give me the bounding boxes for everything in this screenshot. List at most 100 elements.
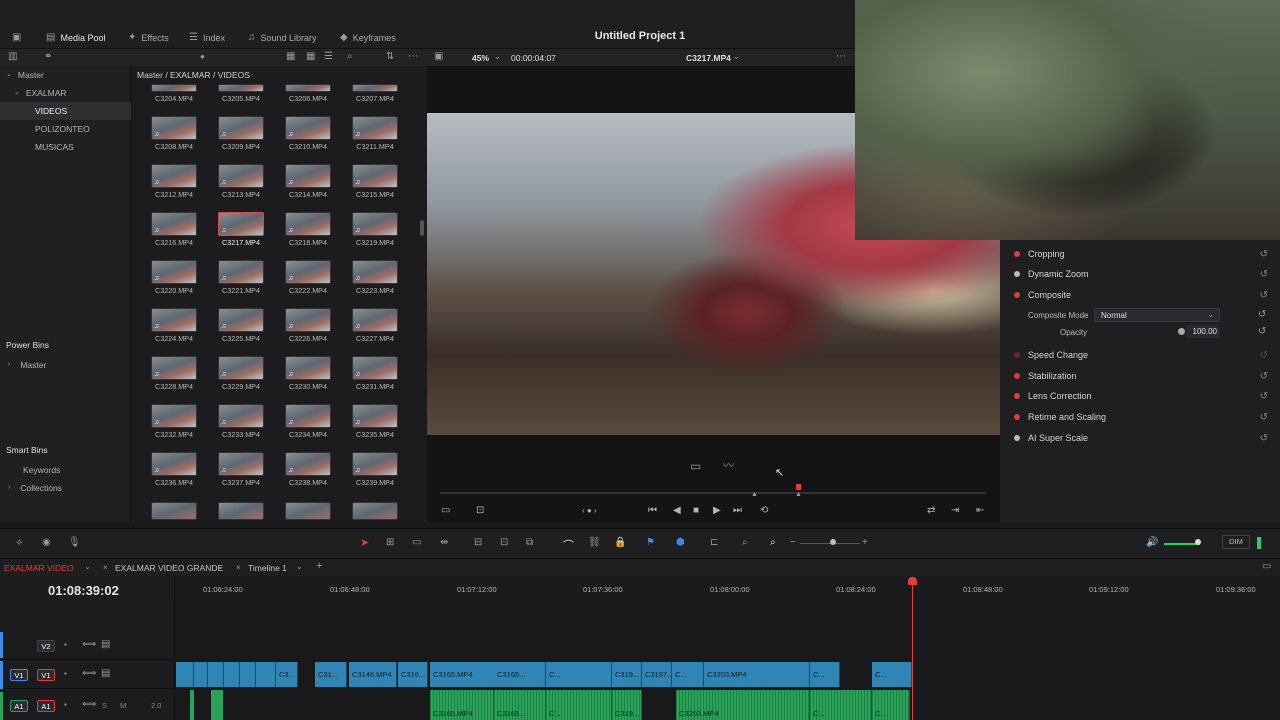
toggle-dot-icon[interactable] <box>1014 414 1020 420</box>
zoom-in-icon[interactable]: + <box>862 538 868 548</box>
media-clip[interactable]: ♫ C3238.MP4 <box>284 452 332 492</box>
source-a1-label[interactable]: A1 <box>10 700 28 712</box>
toggle-dot-icon[interactable] <box>1014 292 1020 298</box>
audio-clip-fragment[interactable] <box>190 690 194 720</box>
media-clip[interactable]: ♫ C3208.MP4 <box>150 116 198 156</box>
tab-keyframes[interactable]: ◆ Keyframes <box>340 28 396 48</box>
media-clip[interactable]: ♫ C3224.MP4 <box>150 308 198 348</box>
composite-mode-select[interactable]: Normal ⌄ <box>1094 308 1220 322</box>
viewer-zoom[interactable]: 45% <box>472 53 489 63</box>
clip-thumbnail[interactable]: ♫ <box>151 116 197 140</box>
grid-view-icon[interactable]: ▦ <box>306 52 315 62</box>
flag-icon[interactable]: ⚑ <box>646 537 655 548</box>
audio-clip[interactable]: C3203.MP4 <box>676 690 810 720</box>
clip-thumbnail[interactable]: ♫ <box>218 356 264 380</box>
media-clip[interactable]: ♫ C3220.MP4 <box>150 260 198 300</box>
clip-thumbnail[interactable] <box>218 84 264 92</box>
add-timeline-icon[interactable]: + <box>316 561 322 572</box>
video-clip[interactable]: C3165.MP4 <box>430 662 496 687</box>
media-clip[interactable]: ♫ C3239.MP4 <box>351 452 399 492</box>
toggle-dot-icon[interactable] <box>1014 271 1020 277</box>
thumbnail-size-slider[interactable]: ● <box>200 52 205 62</box>
microphone-icon[interactable]: 🎙 <box>68 538 81 548</box>
media-scrollbar[interactable] <box>420 220 424 236</box>
more-options-icon[interactable]: ⋯ <box>408 52 418 62</box>
clip-thumbnail[interactable]: ♫ <box>218 260 264 284</box>
media-clip[interactable]: ♫ C3233.MP4 <box>217 404 265 444</box>
clip-thumbnail[interactable]: ♫ <box>352 308 398 332</box>
clip-thumbnail[interactable]: ♫ <box>218 308 264 332</box>
metadata-view-icon[interactable]: ▦ <box>286 52 295 62</box>
inspector-lens-correction[interactable]: Lens Correction ↺ <box>1008 387 1270 405</box>
media-clip[interactable]: ♫ C3235.MP4 <box>351 404 399 444</box>
volume-knob[interactable] <box>1195 539 1201 545</box>
viewer-layout-icon[interactable]: ▣ <box>434 52 443 62</box>
search-icon[interactable]: ⌕ <box>347 52 353 62</box>
clip-thumbnail[interactable]: ♫ <box>151 164 197 188</box>
chevron-down-icon[interactable]: ⌄ <box>217 562 224 572</box>
selection-tool-icon[interactable]: ➤ <box>360 536 369 549</box>
more-options-icon[interactable]: ⋯ <box>836 52 846 62</box>
tab-timeline-exalmar-video-grande[interactable]: EXALMAR VIDEO GRANDE <box>115 563 223 573</box>
reset-icon[interactable]: ↺ <box>1260 412 1268 423</box>
smart-bin-collections[interactable]: › Collections <box>0 479 131 497</box>
clip-thumbnail[interactable] <box>285 84 331 92</box>
clip-thumbnail[interactable]: ♫ <box>285 356 331 380</box>
viewer-options-icon[interactable]: ▭ <box>441 505 450 516</box>
video-clip[interactable]: C... <box>546 662 612 687</box>
lock-icon[interactable]: ▪ <box>64 640 67 650</box>
timeline-options-icon[interactable]: ▭ <box>1262 562 1271 572</box>
zoom-slider-knob[interactable] <box>830 539 836 545</box>
clip-thumbnail[interactable]: ♫ <box>352 356 398 380</box>
clip-thumbnail[interactable]: ♫ <box>151 260 197 284</box>
out-point-marker[interactable]: ▲ <box>795 490 802 500</box>
audio-clip[interactable]: C319... <box>612 690 642 720</box>
clip-thumbnail[interactable] <box>151 84 197 92</box>
tab-index[interactable]: ☰ Index <box>189 28 225 48</box>
media-clip[interactable]: ♫ C3221.MP4 <box>217 260 265 300</box>
video-clip[interactable]: C3165... <box>494 662 546 687</box>
media-clip[interactable]: ♫ C3225.MP4 <box>217 308 265 348</box>
match-frame-icon[interactable]: ⇄ <box>927 505 935 516</box>
link-icon[interactable]: ⚭ <box>44 52 52 62</box>
media-clip[interactable]: ♫ C3210.MP4 <box>284 116 332 156</box>
viewer-scrubber[interactable] <box>440 492 986 494</box>
audio-clip[interactable]: C... <box>872 690 910 720</box>
clip-thumbnail[interactable]: ♫ <box>285 404 331 428</box>
skip-to-start-icon[interactable]: ⏮ <box>648 505 657 516</box>
trim-tool-icon[interactable]: ⊞ <box>386 538 394 548</box>
toggle-dot-icon[interactable] <box>1014 251 1020 257</box>
clip-thumbnail[interactable]: ♫ <box>151 452 197 476</box>
chevron-down-icon[interactable]: ⌄ <box>733 52 740 62</box>
clip-thumbnail[interactable] <box>151 502 197 520</box>
media-clip[interactable]: ♫ C3213.MP4 <box>217 164 265 204</box>
skip-to-end-icon[interactable]: ⏭ <box>733 505 742 516</box>
video-clip[interactable]: C3203.MP4 <box>704 662 810 687</box>
auto-select-icon[interactable]: ⟺ <box>82 669 96 679</box>
track-a1-label[interactable]: A1 <box>37 700 55 712</box>
snapping-icon[interactable]: ⌒ <box>563 537 574 553</box>
audio-waveform-icon[interactable]: 〰 <box>723 461 734 472</box>
media-clip[interactable]: ♫ C3218.MP4 <box>284 212 332 252</box>
lock-icon[interactable]: 🔒 <box>614 538 626 548</box>
reset-icon[interactable]: ↺ <box>1260 433 1268 444</box>
audio-clip[interactable]: C3165... <box>494 690 546 720</box>
lock-icon[interactable]: ▪ <box>64 669 67 679</box>
in-point-marker[interactable]: ▲ <box>751 490 758 500</box>
chevron-down-icon[interactable]: ⌄ <box>296 562 303 572</box>
audio-meter-icon[interactable]: ◉ <box>42 538 51 548</box>
reset-icon[interactable]: ↺ <box>1260 350 1268 361</box>
viewer-clip-name[interactable]: C3217.MP4 <box>686 53 731 63</box>
media-clip[interactable]: ♫ C3229.MP4 <box>217 356 265 396</box>
power-bin-master[interactable]: › Master <box>0 356 131 374</box>
media-clip[interactable]: ♫ C3216.MP4 <box>150 212 198 252</box>
inspector-cropping[interactable]: Cropping ↺ <box>1008 245 1270 263</box>
media-clip[interactable]: ♫ C3228.MP4 <box>150 356 198 396</box>
safe-area-icon[interactable]: ▭ <box>690 460 701 472</box>
video-clip[interactable] <box>256 662 276 687</box>
dim-button[interactable]: DIM <box>1222 535 1250 549</box>
reset-icon[interactable]: ↺ <box>1258 310 1266 320</box>
play-icon[interactable]: ▶ <box>713 505 721 516</box>
video-clip[interactable]: C3146.MP4 <box>349 662 397 687</box>
source-v1-label[interactable]: V1 <box>10 669 28 681</box>
